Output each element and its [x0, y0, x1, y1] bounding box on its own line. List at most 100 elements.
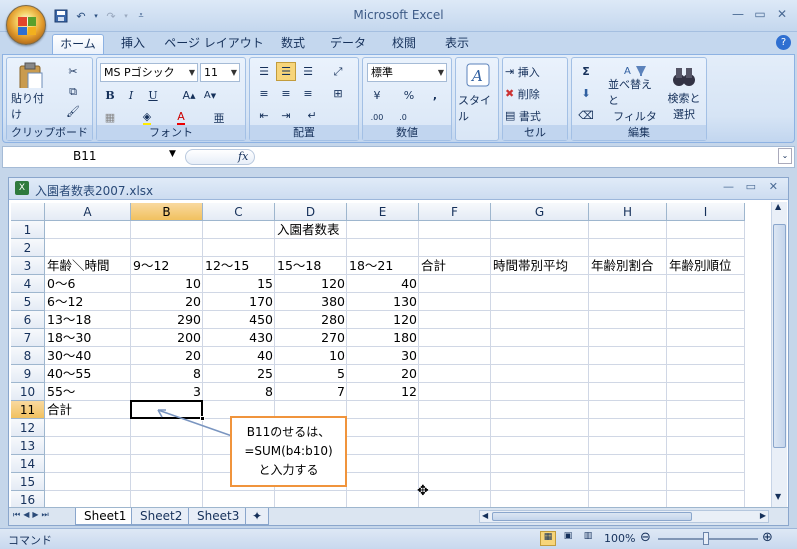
horizontal-scrollbar[interactable]: ◀ ▶: [479, 510, 769, 523]
format-painter-icon[interactable]: 🖌: [63, 102, 83, 121]
column-header-e[interactable]: E: [347, 203, 419, 221]
row-header-10[interactable]: 10: [11, 383, 45, 401]
cell-A11[interactable]: 合計: [45, 401, 131, 419]
zoom-out-icon[interactable]: ⊖: [640, 530, 651, 545]
cell-E10[interactable]: 12: [347, 383, 419, 401]
cell-E8[interactable]: 30: [347, 347, 419, 365]
scroll-up-icon[interactable]: ▲: [775, 202, 781, 211]
cell-B6[interactable]: 290: [131, 311, 203, 329]
align-center-icon[interactable]: ≡: [276, 84, 296, 103]
insert-cells-button[interactable]: ⇥ 挿入: [505, 62, 540, 81]
column-header-i[interactable]: I: [667, 203, 745, 221]
row-header-12[interactable]: 12: [11, 419, 45, 437]
tab-data[interactable]: データ: [326, 34, 370, 54]
cell-C3[interactable]: 12～15: [203, 257, 275, 275]
wb-close-icon[interactable]: ✕: [769, 180, 778, 193]
scroll-right-icon[interactable]: ▶: [760, 511, 766, 520]
maximize-icon[interactable]: ▭: [749, 4, 771, 24]
tab-insert[interactable]: 挿入: [112, 34, 154, 54]
sheet-tab-2[interactable]: Sheet2: [131, 508, 192, 525]
wb-restore-icon[interactable]: ▭: [746, 180, 756, 193]
cell-C9[interactable]: 25: [203, 365, 275, 383]
row-header-6[interactable]: 6: [11, 311, 45, 329]
row-header-3[interactable]: 3: [11, 257, 45, 275]
row-header-7[interactable]: 7: [11, 329, 45, 347]
align-left-icon[interactable]: ≡: [254, 84, 274, 103]
cell-D4[interactable]: 120: [275, 275, 347, 293]
column-header-g[interactable]: G: [491, 203, 589, 221]
styles-button[interactable]: A スタイル: [458, 62, 498, 124]
shrink-font-icon[interactable]: A ▼: [200, 86, 220, 105]
zoom-slider-thumb[interactable]: [703, 532, 709, 545]
minimize-icon[interactable]: —: [727, 4, 749, 24]
sheet-tab-3[interactable]: Sheet3: [188, 508, 249, 525]
cell-C5[interactable]: 170: [203, 293, 275, 311]
font-name-select[interactable]: MS Pゴシック ▼: [100, 63, 198, 82]
sheet-nav-icon[interactable]: ⏮◀▶⏭: [13, 510, 52, 520]
sort-filter-button[interactable]: AZ 並べ替えと フィルタ: [608, 62, 662, 124]
formula-input[interactable]: [259, 148, 779, 166]
find-select-button[interactable]: 検索と 選択: [664, 62, 704, 124]
cell-A8[interactable]: 30～40: [45, 347, 131, 365]
cut-icon[interactable]: ✂: [63, 62, 83, 81]
wrap-text-icon[interactable]: ↵: [302, 106, 322, 125]
chevron-down-icon[interactable]: ▼: [169, 149, 176, 159]
tab-formulas[interactable]: 数式: [272, 34, 314, 54]
cell-A6[interactable]: 13～18: [45, 311, 131, 329]
paste-button[interactable]: 貼り付け: [11, 62, 49, 122]
normal-view-icon[interactable]: ▦: [540, 531, 556, 546]
scroll-left-icon[interactable]: ◀: [482, 511, 488, 520]
align-top-icon[interactable]: ☰: [254, 62, 274, 81]
row-header-8[interactable]: 8: [11, 347, 45, 365]
cell-A5[interactable]: 6～12: [45, 293, 131, 311]
zoom-level[interactable]: 100%: [604, 532, 635, 545]
delete-cells-button[interactable]: ✖ 削除: [505, 84, 540, 103]
wb-minimize-icon[interactable]: —: [723, 180, 734, 193]
cell-D9[interactable]: 5: [275, 365, 347, 383]
cell-G3[interactable]: 時間帯別平均: [491, 257, 589, 275]
office-button[interactable]: [6, 5, 46, 45]
cell-A4[interactable]: 0～6: [45, 275, 131, 293]
fill-icon[interactable]: ⬇: [576, 84, 596, 103]
select-all-corner[interactable]: [11, 203, 45, 221]
h-scroll-thumb[interactable]: [492, 512, 692, 521]
align-right-icon[interactable]: ≡: [298, 84, 318, 103]
column-header-f[interactable]: F: [419, 203, 491, 221]
number-format-select[interactable]: 標準 ▼: [367, 63, 447, 82]
insert-sheet-icon[interactable]: ✦: [245, 508, 270, 525]
scroll-down-icon[interactable]: ▼: [775, 492, 781, 501]
row-header-4[interactable]: 4: [11, 275, 45, 293]
cell-A7[interactable]: 18～30: [45, 329, 131, 347]
merge-center-icon[interactable]: ⊞: [328, 84, 348, 103]
clear-icon[interactable]: ⌫: [576, 106, 596, 125]
name-box[interactable]: B11 ▼: [5, 149, 180, 165]
close-icon[interactable]: ✕: [771, 4, 793, 24]
page-break-view-icon[interactable]: ▥: [580, 531, 596, 546]
row-header-14[interactable]: 14: [11, 455, 45, 473]
cell-E3[interactable]: 18～21: [347, 257, 419, 275]
italic-icon[interactable]: I: [121, 86, 141, 105]
cell-D1[interactable]: 入園者数表: [275, 221, 347, 239]
tab-page-layout[interactable]: ページ レイアウト: [164, 34, 264, 54]
cell-C4[interactable]: 15: [203, 275, 275, 293]
cell-D7[interactable]: 270: [275, 329, 347, 347]
cell-I3[interactable]: 年齢別順位: [667, 257, 745, 275]
autosum-icon[interactable]: Σ: [576, 62, 596, 81]
cell-C8[interactable]: 40: [203, 347, 275, 365]
cell-E7[interactable]: 180: [347, 329, 419, 347]
align-middle-icon[interactable]: ☰: [276, 62, 296, 81]
font-size-select[interactable]: 11 ▼: [200, 63, 240, 82]
cell-C10[interactable]: 8: [203, 383, 275, 401]
cell-A3[interactable]: 年齢＼時間: [45, 257, 131, 275]
cell-E5[interactable]: 130: [347, 293, 419, 311]
help-icon[interactable]: ?: [776, 35, 791, 50]
sheet-tab-1[interactable]: Sheet1: [75, 508, 136, 525]
grow-font-icon[interactable]: A ▲: [179, 86, 199, 105]
percent-icon[interactable]: %: [399, 86, 419, 105]
cell-D6[interactable]: 280: [275, 311, 347, 329]
expand-formula-icon[interactable]: ⌄: [778, 148, 792, 164]
row-header-15[interactable]: 15: [11, 473, 45, 491]
cell-B7[interactable]: 200: [131, 329, 203, 347]
row-header-5[interactable]: 5: [11, 293, 45, 311]
bold-icon[interactable]: B: [100, 86, 120, 105]
